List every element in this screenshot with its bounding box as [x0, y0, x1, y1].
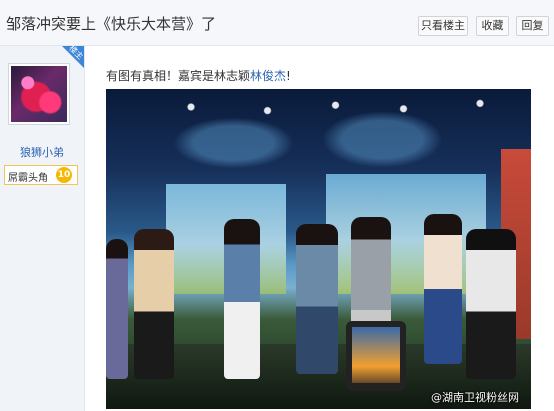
- image-watermark: @湖南卫视粉丝网: [431, 391, 519, 404]
- avatar-image: [11, 66, 67, 122]
- performer-figure: [224, 219, 260, 379]
- favorite-button[interactable]: 收藏: [476, 16, 509, 36]
- post-text-end: !: [286, 69, 291, 83]
- thread-header: 邹落冲突要上《快乐大本营》了 只看楼主 收藏 回复: [0, 0, 554, 46]
- author-name-link[interactable]: 狼狮小弟: [0, 144, 84, 160]
- divider: [84, 46, 85, 411]
- guest-link[interactable]: 林俊杰: [250, 69, 286, 83]
- audience-phone: [346, 321, 406, 391]
- performer-figure: [134, 229, 174, 379]
- performer-figure: [466, 229, 516, 379]
- reply-button[interactable]: 回复: [516, 16, 549, 36]
- post-text: 有图有真相！嘉宾是林志颖林俊杰!: [106, 67, 291, 84]
- performer-figure: [424, 214, 462, 364]
- phone-screen: [352, 327, 400, 383]
- thread-title: 邹落冲突要上《快乐大本营》了: [6, 15, 217, 33]
- stage-screen-right: [326, 174, 486, 294]
- level-badge[interactable]: 屌霸头角 10: [4, 165, 78, 185]
- level-number-icon: 10: [56, 167, 72, 183]
- performer-figure: [106, 239, 128, 379]
- avatar[interactable]: [8, 63, 70, 125]
- performer-figure: [296, 224, 338, 374]
- post-text-main: 有图有真相！嘉宾是林志颖: [106, 69, 251, 83]
- post-image[interactable]: @湖南卫视粉丝网: [106, 89, 531, 409]
- only-op-button[interactable]: 只看楼主: [418, 16, 468, 36]
- level-title: 屌霸头角: [8, 173, 48, 184]
